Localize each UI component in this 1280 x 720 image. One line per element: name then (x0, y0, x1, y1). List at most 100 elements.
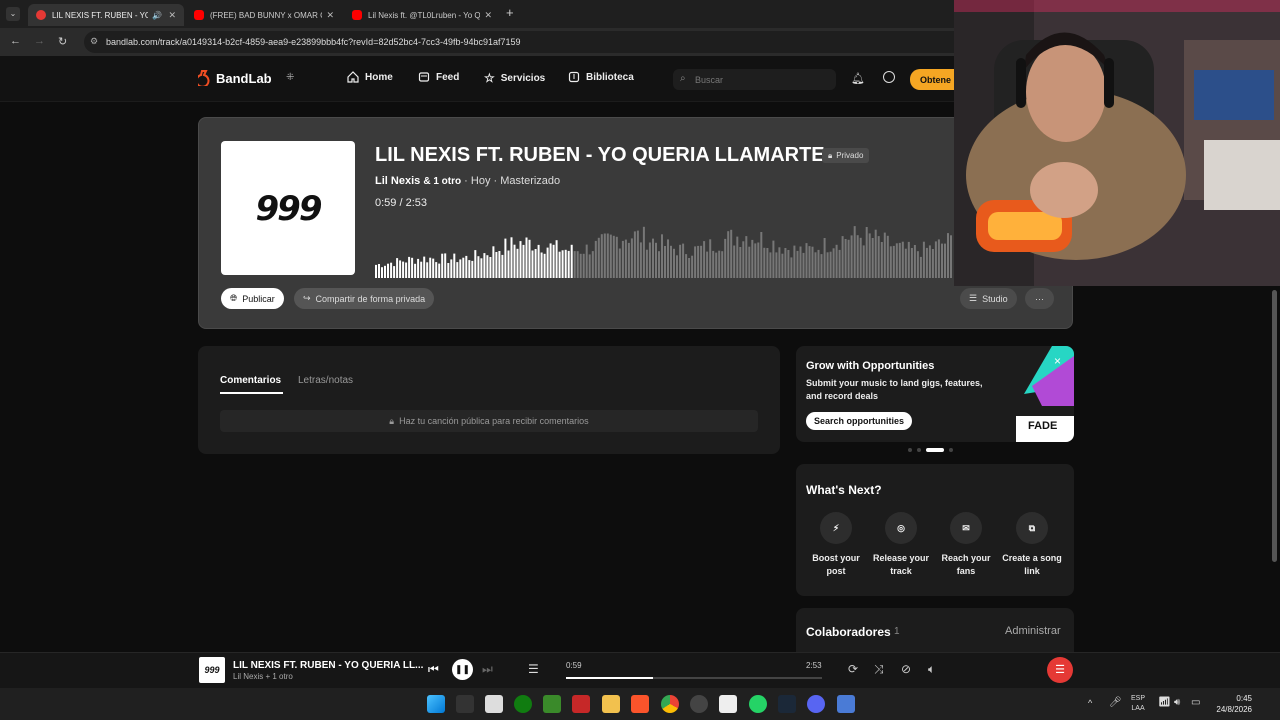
waveform-bar (874, 229, 877, 278)
waveform-bar (447, 263, 450, 278)
waveform-bar (661, 234, 663, 278)
browser-tab[interactable]: Lil Nexis ft. @TL0Lruben - Yo Queria Lla… (344, 4, 500, 26)
waveform-bar (504, 238, 507, 278)
library-icon (568, 71, 580, 83)
song-link-button[interactable]: ⧉ Create a song link (1000, 512, 1064, 578)
battery-icon[interactable]: ▭ (1191, 697, 1200, 708)
artist-link[interactable]: Lil Nexis (375, 175, 420, 187)
stop-cast-icon[interactable]: ⊘ (901, 662, 911, 676)
previous-icon[interactable]: ⏮︎ (428, 662, 439, 677)
next-icon[interactable]: ⏭︎ (482, 662, 493, 677)
waveform-bar (393, 266, 396, 278)
tab-list-button[interactable]: ⌄ (6, 7, 20, 21)
waveform-bar (390, 262, 393, 278)
search-opportunities-button[interactable]: Search opportunities (806, 412, 913, 430)
apps-grid-icon[interactable]: ⁜ (286, 72, 300, 86)
chat-icon[interactable] (883, 71, 895, 83)
browser-tab-active[interactable]: LIL NEXIS FT. RUBEN - YO QUERIA LLAMARTE… (28, 4, 184, 26)
waveform-bar (868, 233, 871, 278)
studio-button[interactable]: ☰ Studio (960, 288, 1017, 309)
release-track-button[interactable]: ◎ Release your track (869, 512, 933, 578)
task-view-icon[interactable] (456, 695, 474, 713)
player-title[interactable]: LIL NEXIS FT. RUBEN - YO QUERIA LL... (233, 660, 423, 671)
boost-label: Boost your post (812, 553, 860, 576)
bell-icon[interactable]: 🔔︎ (851, 72, 865, 85)
home-icon (347, 71, 359, 83)
waveform-bar (727, 231, 730, 278)
more-options-button[interactable]: ··· (1025, 288, 1054, 309)
address-bar[interactable]: ⚙ bandlab.com/track/a0149314-b2cf-4859-a… (84, 31, 964, 53)
windows-start-icon[interactable] (427, 695, 445, 713)
artist-extra-link[interactable]: & 1 otro (423, 176, 461, 187)
brave-icon[interactable] (631, 695, 649, 713)
waveform-bar (941, 243, 943, 278)
promo-close-icon[interactable]: × (1054, 354, 1061, 368)
waveform-bar (715, 252, 718, 278)
back-arrow-icon[interactable]: ← (10, 35, 21, 47)
player-menu-button[interactable]: ☰ (1047, 657, 1073, 683)
nav-biblioteca[interactable]: Biblioteca (568, 71, 634, 83)
page-scrollbar[interactable] (1272, 290, 1277, 562)
reload-icon[interactable]: ↻ (58, 35, 67, 48)
waveform-bar (691, 255, 694, 278)
speaker-icon[interactable]: 🔊︎ (1174, 697, 1180, 708)
tab-letras-notas[interactable]: Letras/notas (298, 375, 353, 386)
nav-home[interactable]: Home (347, 71, 393, 83)
wifi-icon[interactable]: 📶︎ (1158, 697, 1171, 708)
manage-collaborators-link[interactable]: Administrar (1005, 625, 1061, 637)
app-icon[interactable] (837, 695, 855, 713)
boost-post-button[interactable]: ⚡︎ Boost your post (804, 512, 868, 578)
waveform-scrubber[interactable] (375, 210, 953, 278)
reach-label: Reach your fans (941, 553, 991, 576)
carousel-dot[interactable] (917, 448, 921, 452)
browser-tab[interactable]: (FREE) BAD BUNNY x OMAR COURTZ TYPE BEAT… (186, 4, 342, 26)
waveform-bar (844, 239, 847, 278)
store-icon[interactable] (485, 695, 503, 713)
clock[interactable]: 0:45 24/8/2026 (1212, 693, 1252, 715)
carousel-dot[interactable] (908, 448, 912, 452)
reach-fans-button[interactable]: ✉ Reach your fans (934, 512, 998, 578)
pause-button[interactable]: ❚❚ (452, 659, 473, 680)
waveform-bar (682, 243, 685, 278)
volume-icon[interactable]: 🔈︎ (928, 662, 935, 677)
tab-close-icon[interactable]: ✕ (168, 10, 176, 21)
carousel-dot-active[interactable] (926, 448, 944, 452)
forward-arrow-icon[interactable]: → (34, 35, 45, 47)
waveform-bar (555, 240, 558, 278)
nav-servicios[interactable]: ☆ Servicios (484, 71, 545, 85)
search-input[interactable]: ⌕ Buscar (673, 69, 836, 90)
nav-feed[interactable]: Feed (418, 71, 459, 83)
shuffle-icon[interactable]: ⤨ (874, 662, 884, 677)
waveform-bar (709, 239, 712, 278)
minecraft-icon[interactable] (543, 695, 561, 713)
lock-icon: 🔒︎ (389, 415, 395, 426)
tab-comentarios[interactable]: Comentarios (220, 375, 281, 386)
tab-close-icon[interactable]: ✕ (484, 10, 492, 21)
new-tab-button[interactable]: + (506, 5, 514, 20)
windows-taskbar: ^ 🎤︎ ESP LAA 📶︎ 🔊︎ ▭ 0:45 24/8/2026 (0, 688, 1280, 720)
waveform-bar (480, 258, 483, 278)
whatsapp-icon[interactable] (749, 695, 767, 713)
steam-icon[interactable] (778, 695, 796, 713)
waveform-bar (645, 249, 648, 278)
xbox-icon[interactable] (514, 695, 532, 713)
discord-icon[interactable] (807, 695, 825, 713)
language-indicator[interactable]: ESP LAA (1131, 694, 1145, 714)
mic-icon[interactable]: 🎤︎ (1109, 697, 1122, 708)
queue-icon[interactable]: ☰ (528, 662, 539, 676)
chrome-icon[interactable] (661, 695, 679, 713)
share-private-button[interactable]: ↪ Compartir de forma privada (294, 288, 435, 309)
tray-chevron-icon[interactable]: ^ (1088, 698, 1092, 708)
game-icon[interactable] (572, 695, 590, 713)
publish-button[interactable]: 🌐︎ Publicar (221, 288, 284, 309)
player-progress-track[interactable] (566, 677, 822, 679)
bandlab-logo[interactable]: BandLab (198, 70, 272, 86)
obs-icon[interactable] (690, 695, 708, 713)
waveform-bar (811, 246, 814, 278)
tab-close-icon[interactable]: ✕ (326, 10, 334, 21)
folder-icon[interactable] (602, 695, 620, 713)
carousel-dot[interactable] (949, 448, 953, 452)
capcut-icon[interactable] (719, 695, 737, 713)
site-info-icon[interactable]: ⚙ (90, 36, 98, 47)
repeat-icon[interactable]: ⟳ (848, 662, 858, 676)
